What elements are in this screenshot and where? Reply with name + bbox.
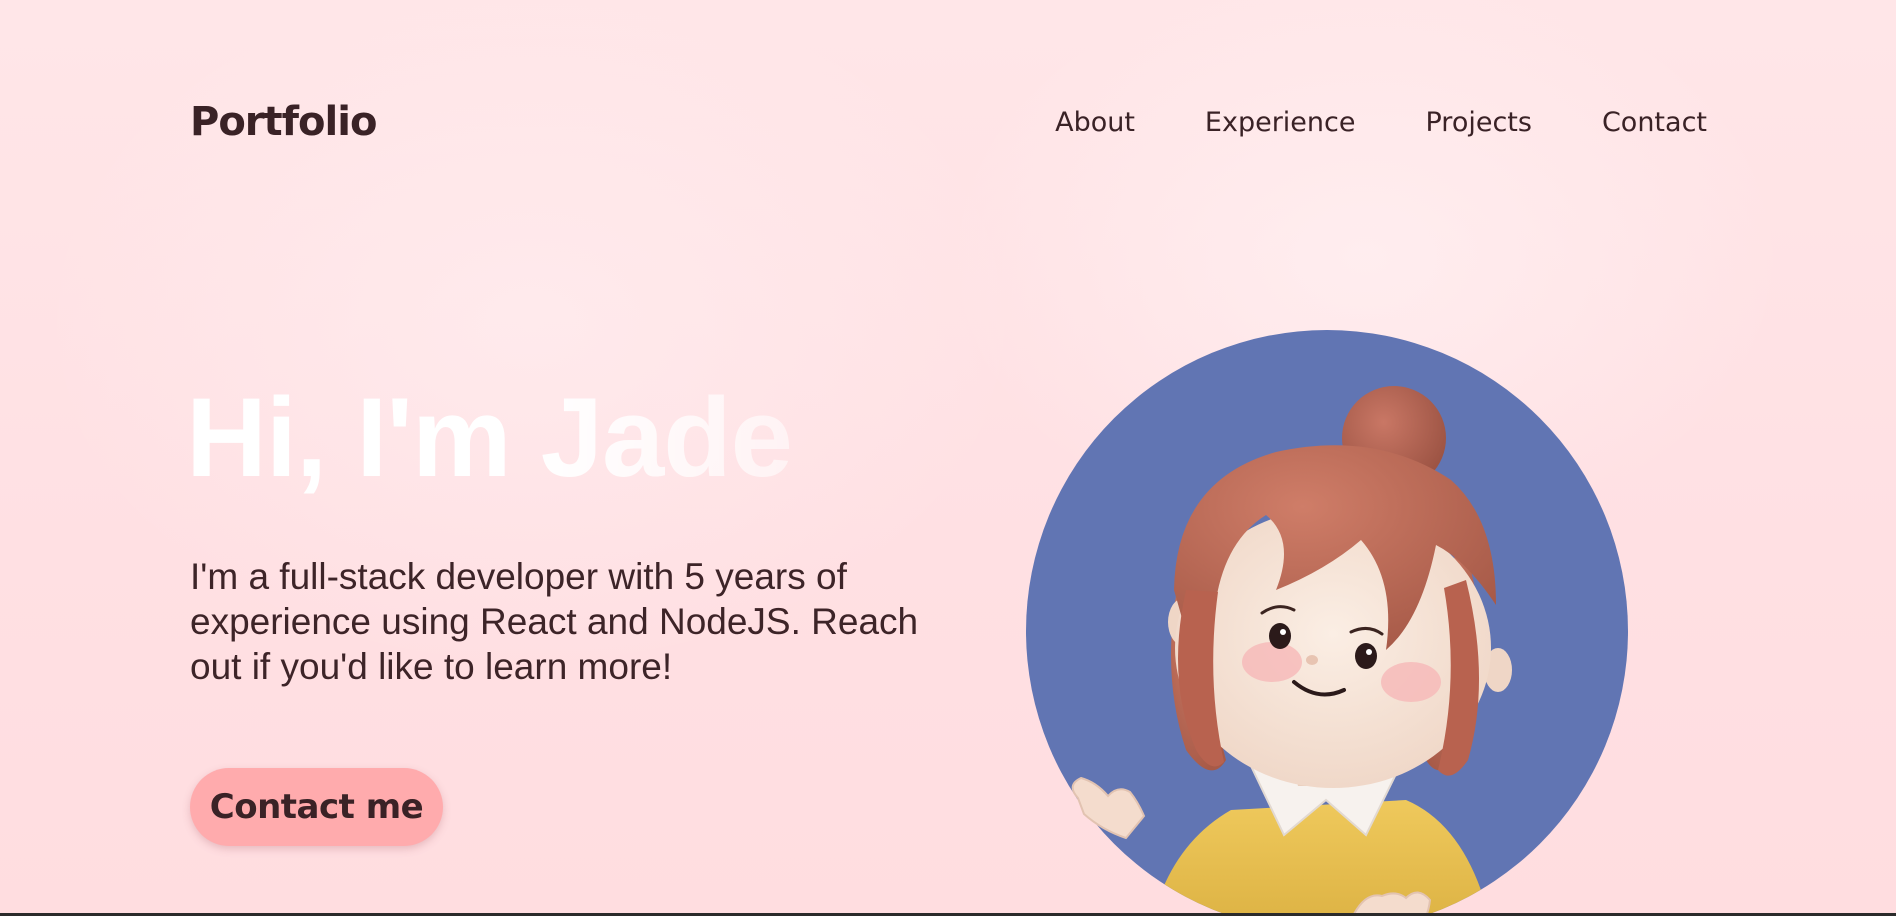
contact-me-button[interactable]: Contact me xyxy=(190,768,443,846)
hero-title: Hi, I'm Jade xyxy=(186,375,793,500)
avatar xyxy=(1026,330,1628,916)
nav-links: About Experience Projects Contact xyxy=(1055,107,1707,138)
top-nav: Portfolio About Experience Projects Cont… xyxy=(190,96,1707,148)
nav-link-projects[interactable]: Projects xyxy=(1426,107,1532,138)
nav-link-experience[interactable]: Experience xyxy=(1205,107,1356,138)
hero-description: I'm a full-stack developer with 5 years … xyxy=(190,556,919,687)
nav-link-about[interactable]: About xyxy=(1055,107,1135,138)
site-logo[interactable]: Portfolio xyxy=(190,99,377,145)
cartoon-girl-avatar-icon xyxy=(1026,330,1628,916)
nav-link-contact[interactable]: Contact xyxy=(1602,107,1707,138)
